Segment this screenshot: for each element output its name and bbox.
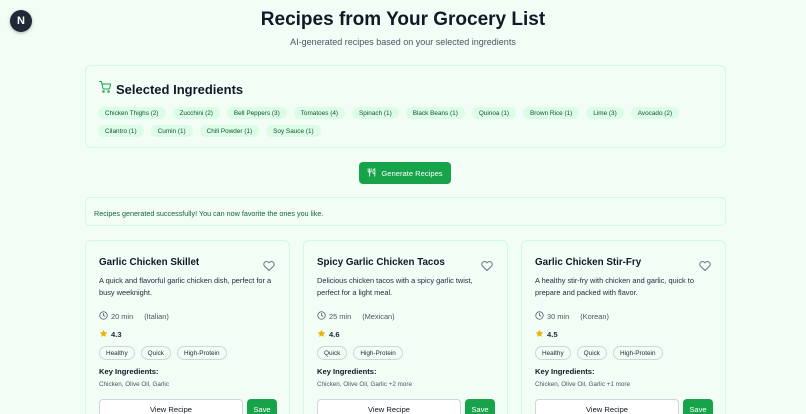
clock-icon (317, 311, 326, 322)
star-icon (317, 329, 326, 340)
key-ingredients-label: Key Ingredients: (317, 367, 377, 376)
ingredient-chip[interactable]: Lime (3) (586, 107, 624, 119)
recipe-rating-value: 4.3 (111, 330, 122, 339)
ingredient-chip[interactable]: Black Beans (1) (405, 107, 465, 119)
key-ingredients-list: Chicken, Olive Oil, Garlic +2 more (317, 381, 413, 388)
key-ingredients-list: Chicken, Olive Oil, Garlic (99, 381, 169, 388)
recipe-time: 20 min (111, 312, 134, 321)
recipe-cuisine: (Korean) (580, 312, 609, 321)
ingredient-chip[interactable]: Zucchini (2) (172, 107, 220, 119)
generate-recipes-button[interactable]: Generate Recipes (359, 162, 451, 184)
star-icon (535, 329, 544, 340)
ingredient-chip-list: Chicken Thighs (2) Zucchini (2) Bell Peppe… (98, 107, 718, 137)
favorite-heart-icon[interactable] (263, 259, 275, 271)
selected-ingredients-header: Selected Ingredients (99, 80, 243, 98)
ingredient-chip[interactable]: Avocado (2) (630, 107, 680, 119)
recipe-description: Delicious chicken tacos with a spicy gar… (317, 276, 473, 297)
recipe-tag: Quick (140, 346, 172, 360)
ingredient-chip[interactable]: Cumin (1) (150, 125, 193, 137)
star-icon (99, 329, 108, 340)
recipe-rating: 4.5 (535, 329, 558, 340)
ingredient-chip[interactable]: Chili Powder (1) (199, 125, 260, 137)
selected-ingredients-title: Selected Ingredients (116, 81, 244, 97)
page-subtitle: AI-generated recipes based on your selec… (290, 37, 516, 47)
recipe-time: 25 min (329, 312, 352, 321)
selected-ingredients-card: Selected Ingredients Chicken Thighs (2) Z… (85, 65, 726, 148)
generate-recipes-label: Generate Recipes (381, 168, 443, 178)
recipe-tag-list: Healthy Quick High-Protein (535, 346, 663, 360)
favorite-heart-icon[interactable] (481, 259, 493, 271)
ingredient-chip[interactable]: Chicken Thighs (2) (98, 107, 166, 119)
ingredient-chip[interactable]: Bell Peppers (3) (226, 107, 287, 119)
recipe-rating-value: 4.6 (329, 330, 340, 339)
recipe-title: Spicy Garlic Chicken Tacos (317, 257, 445, 268)
recipe-title: Garlic Chicken Skillet (99, 257, 200, 268)
recipe-tag: Quick (317, 346, 348, 360)
recipe-meta: 30 min (Korean) (535, 311, 609, 322)
ingredient-chip[interactable]: Tomatoes (4) (293, 107, 346, 119)
ingredient-chip[interactable]: Quinoa (1) (471, 107, 517, 119)
favorite-heart-icon[interactable] (699, 259, 711, 271)
recipe-tag-list: Healthy Quick High-Protein (99, 346, 227, 360)
view-recipe-button[interactable]: View Recipe (317, 399, 461, 414)
recipe-tag: High-Protein (613, 346, 663, 360)
recipe-meta: 20 min (Italian) (99, 311, 169, 322)
recipe-card: Garlic Chicken Skillet A quick and flavo… (85, 240, 290, 414)
view-recipe-button[interactable]: View Recipe (535, 399, 679, 414)
recipe-card: Spicy Garlic Chicken Tacos Delicious chi… (303, 240, 508, 414)
view-recipe-button[interactable]: View Recipe (99, 399, 243, 414)
save-recipe-button[interactable]: Save (247, 399, 277, 414)
clock-icon (99, 311, 108, 322)
key-ingredients-label: Key Ingredients: (99, 367, 159, 376)
recipe-description: A quick and flavorful garlic chicken dis… (99, 276, 272, 297)
key-ingredients-label: Key Ingredients: (535, 367, 595, 376)
recipe-title: Garlic Chicken Stir-Fry (535, 257, 642, 268)
recipe-rating: 4.3 (99, 329, 122, 340)
ingredient-chip[interactable]: Soy Sauce (1) (266, 125, 321, 137)
recipe-tag: Healthy (535, 346, 571, 360)
shopping-cart-icon (99, 80, 111, 98)
recipe-tag: High-Protein (177, 346, 227, 360)
recipe-cuisine: (Italian) (144, 312, 169, 321)
clock-icon (535, 311, 544, 322)
recipe-tag: Healthy (99, 346, 135, 360)
ingredient-chip[interactable]: Spinach (1) (352, 107, 399, 119)
recipe-tag: Quick (576, 346, 608, 360)
ingredient-chip[interactable]: Brown Rice (1) (523, 107, 580, 119)
ingredient-chip[interactable]: Cilantro (1) (98, 125, 144, 137)
recipe-tag-list: Quick High-Protein (317, 346, 403, 360)
key-ingredients-list: Chicken, Olive Oil, Garlic +1 more (535, 381, 631, 388)
recipe-card: Garlic Chicken Stir-Fry A healthy stir-f… (521, 240, 726, 414)
save-recipe-button[interactable]: Save (683, 399, 713, 414)
recipe-time: 30 min (547, 312, 570, 321)
recipe-cuisine: (Mexican) (362, 312, 395, 321)
recipe-rating-value: 4.5 (547, 330, 558, 339)
recipe-description: A healthy stir-fry with chicken and garl… (535, 276, 694, 297)
utensils-icon (367, 167, 376, 179)
page-title: Recipes from Your Grocery List (260, 9, 546, 30)
recipe-tag: High-Protein (353, 346, 403, 360)
recipe-meta: 25 min (Mexican) (317, 311, 395, 322)
status-message: Recipes generated successfully! You can … (85, 197, 726, 226)
save-recipe-button[interactable]: Save (465, 399, 495, 414)
recipe-rating: 4.6 (317, 329, 340, 340)
